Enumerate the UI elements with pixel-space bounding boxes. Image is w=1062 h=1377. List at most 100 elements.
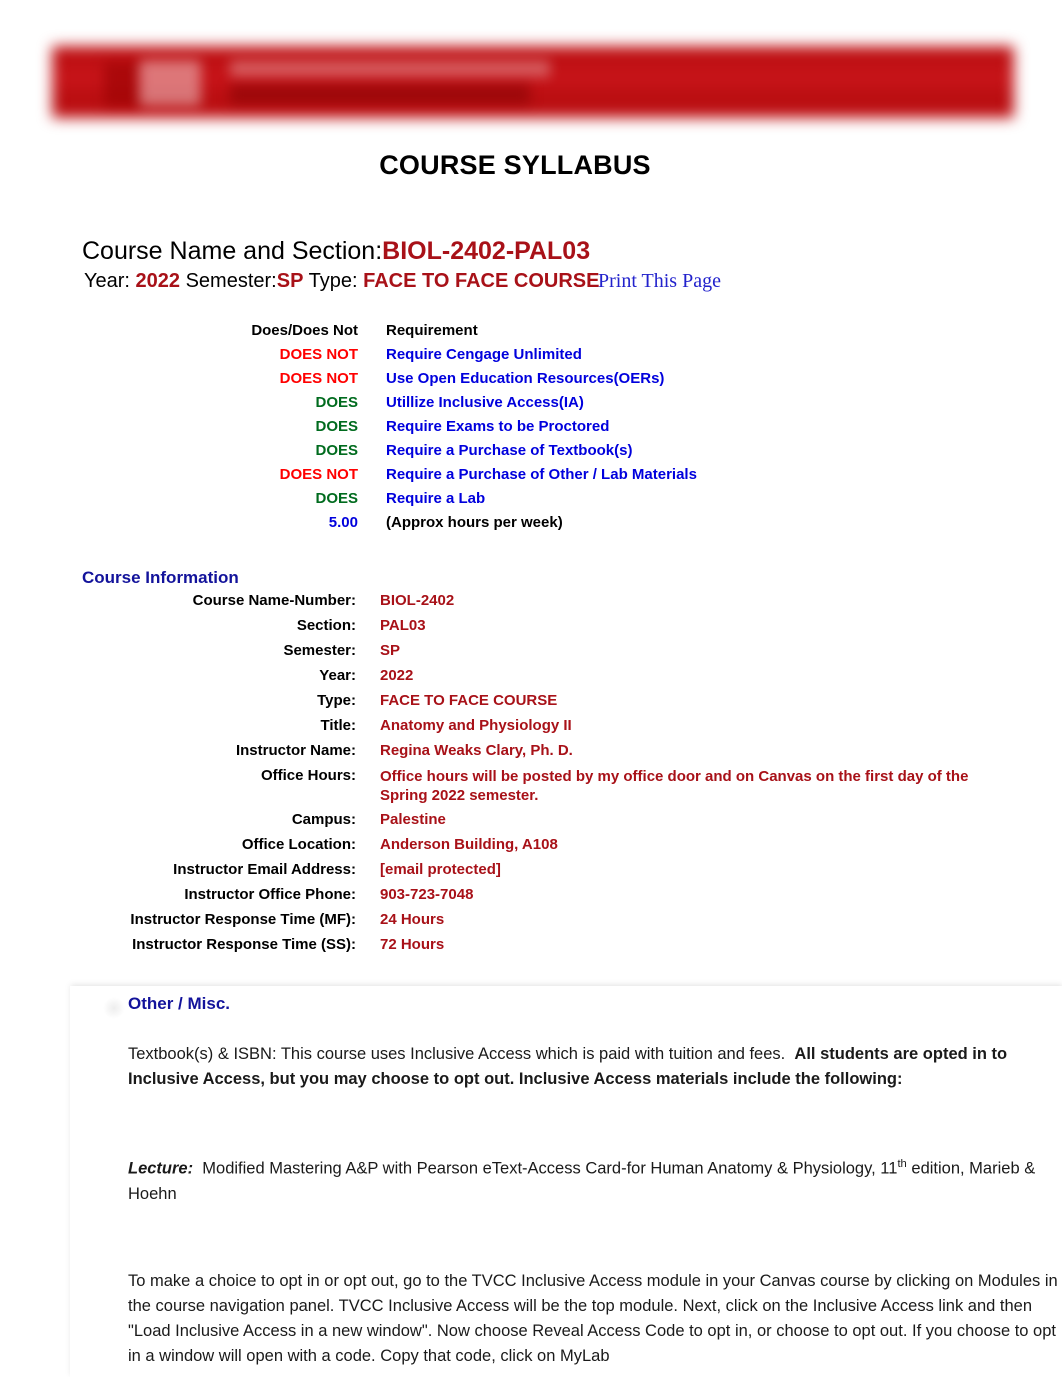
requirement-label: Require a Lab: [386, 490, 486, 507]
requirements-table-body: Does/Does Not Requirement DOES NOT Requi…: [180, 322, 697, 538]
type-label: Type:: [308, 270, 358, 292]
requirements-table: Does/Does Not Requirement DOES NOT Requi…: [180, 322, 697, 538]
requirement-status: DOES NOT: [279, 370, 358, 387]
requirement-status: DOES: [315, 442, 358, 459]
textbook-isbn-normal-text: Textbook(s) & ISBN: This course uses Inc…: [128, 1045, 786, 1063]
course-information-table: Course Name-Number: BIOL-2402 Section: P…: [60, 592, 980, 961]
info-value: 24 Hours: [380, 911, 445, 928]
course-meta-line: Year: 2022 Semester:SP Type: FACE TO FAC…: [84, 270, 599, 293]
other-misc-heading: Other / Misc.: [128, 994, 231, 1013]
textbook-isbn-paragraph: Textbook(s) & ISBN: This course uses Inc…: [128, 1042, 1062, 1092]
requirements-col1-header: Does/Does Not: [251, 322, 358, 339]
requirement-label: Use Open Education Resources(OERs): [386, 370, 665, 387]
table-row: DOES NOT Require a Purchase of Other / L…: [180, 466, 697, 490]
info-label: Instructor Name:: [235, 742, 356, 759]
requirement-status: DOES NOT: [279, 346, 358, 363]
info-label: Instructor Response Time (SS):: [132, 936, 356, 953]
requirement-label: Require Exams to be Proctored: [386, 418, 610, 435]
approx-hours-label: (Approx hours per week): [386, 514, 563, 531]
lecture-label: Lecture:: [128, 1159, 194, 1178]
year-value: 2022: [135, 270, 181, 292]
info-label: Office Hours:: [260, 767, 356, 784]
year-label: Year:: [84, 270, 130, 292]
info-value: Regina Weaks Clary, Ph. D.: [380, 742, 573, 759]
table-row: Office Hours: Office hours will be poste…: [60, 767, 980, 811]
info-value: BIOL-2402: [380, 592, 455, 609]
requirement-status: DOES: [315, 394, 358, 411]
table-row: DOES Require Exams to be Proctored: [180, 418, 697, 442]
lecture-text-part-a: Modified Mastering A&P with Pearson eTex…: [202, 1159, 898, 1178]
requirement-label: Require a Purchase of Other / Lab Materi…: [386, 466, 697, 483]
semester-value: SP: [276, 270, 304, 292]
table-row: Instructor Response Time (SS): 72 Hours: [60, 936, 980, 961]
logo-mark-shadow: [104, 62, 140, 106]
requirement-status: DOES: [315, 418, 358, 435]
table-row: 5.00 (Approx hours per week): [180, 514, 697, 538]
table-row: DOES NOT Use Open Education Resources(OE…: [180, 370, 697, 394]
requirement-label: Require Cengage Unlimited: [386, 346, 582, 363]
instructor-email-value: [email protected]: [380, 861, 501, 878]
lecture-materials-paragraph: Lecture: Modified Mastering A&P with Pea…: [128, 1152, 1062, 1207]
other-misc-section: Other / Misc. Textbook(s) & ISBN: This c…: [70, 986, 1062, 1377]
info-label: Section:: [296, 617, 356, 634]
table-row: Section: PAL03: [60, 617, 980, 642]
info-value: Palestine: [380, 811, 446, 828]
table-row: Title: Anatomy and Physiology II: [60, 717, 980, 742]
lecture-edition-superscript: th: [897, 1158, 907, 1170]
type-value: FACE TO FACE COURSE: [363, 270, 600, 292]
info-label: Office Location:: [241, 836, 356, 853]
table-row: Semester: SP: [60, 642, 980, 667]
table-row: Campus: Palestine: [60, 811, 980, 836]
page-title: COURSE SYLLABUS: [379, 150, 651, 180]
table-row: Instructor Name: Regina Weaks Clary, Ph.…: [60, 742, 980, 767]
table-row: DOES Require a Purchase of Textbook(s): [180, 442, 697, 466]
opt-in-opt-out-paragraph: To make a choice to opt in or opt out, g…: [128, 1271, 1058, 1365]
table-row: DOES Require a Lab: [180, 490, 697, 514]
info-label: Year:: [319, 667, 356, 684]
course-information-heading: Course Information: [82, 568, 239, 587]
institution-logo-banner: [44, 36, 1022, 128]
table-row: DOES NOT Require Cengage Unlimited: [180, 346, 697, 370]
info-label: Type:: [317, 692, 356, 709]
course-information-table-body: Course Name-Number: BIOL-2402 Section: P…: [60, 592, 980, 961]
info-label: Course Name-Number:: [192, 592, 356, 609]
info-value: Anderson Building, A108: [380, 836, 558, 853]
table-row: Course Name-Number: BIOL-2402: [60, 592, 980, 617]
table-row: Office Location: Anderson Building, A108: [60, 836, 980, 861]
info-value: SP: [380, 642, 401, 659]
requirement-label: Utillize Inclusive Access(IA): [386, 394, 584, 411]
bullet-icon: [103, 997, 125, 1019]
semester-label: Semester:: [185, 270, 277, 292]
office-hours-value: Office hours will be posted by my office…: [380, 768, 969, 804]
info-label: Instructor Email Address:: [173, 861, 356, 878]
table-row: Instructor Response Time (MF): 24 Hours: [60, 911, 980, 936]
info-label: Instructor Response Time (MF):: [130, 911, 356, 928]
info-value: 2022: [380, 667, 414, 684]
requirement-status: DOES: [315, 490, 358, 507]
table-row: DOES Utillize Inclusive Access(IA): [180, 394, 697, 418]
print-this-page-link[interactable]: Print This Page: [598, 270, 721, 293]
requirement-label: Require a Purchase of Textbook(s): [386, 442, 633, 459]
info-value: Anatomy and Physiology II: [380, 717, 572, 734]
info-label: Semester:: [283, 642, 356, 659]
course-name-and-section-label: Course Name and Section:: [82, 237, 383, 265]
info-value: FACE TO FACE COURSE: [380, 692, 558, 709]
table-header-row: Does/Does Not Requirement: [180, 322, 697, 346]
banner-title-line1: [230, 60, 550, 77]
info-label: Campus:: [291, 811, 356, 828]
requirement-status: DOES NOT: [279, 466, 358, 483]
info-value: 72 Hours: [380, 936, 445, 953]
approx-hours-value: 5.00: [328, 514, 358, 531]
info-value: PAL03: [380, 617, 426, 634]
info-value: 903-723-7048: [380, 886, 474, 903]
requirements-col2-header: Requirement: [386, 322, 478, 339]
course-name-and-section: Course Name and Section:BIOL-2402-PAL03: [82, 237, 590, 266]
table-row: Instructor Office Phone: 903-723-7048: [60, 886, 980, 911]
table-row: Type: FACE TO FACE COURSE: [60, 692, 980, 717]
info-label: Title:: [320, 717, 356, 734]
table-row: Year: 2022: [60, 667, 980, 692]
course-name-and-section-value: BIOL-2402-PAL03: [382, 237, 591, 265]
info-label: Instructor Office Phone:: [184, 886, 356, 903]
logo-mark-icon: [139, 60, 201, 106]
banner-title-line2: [230, 84, 530, 104]
